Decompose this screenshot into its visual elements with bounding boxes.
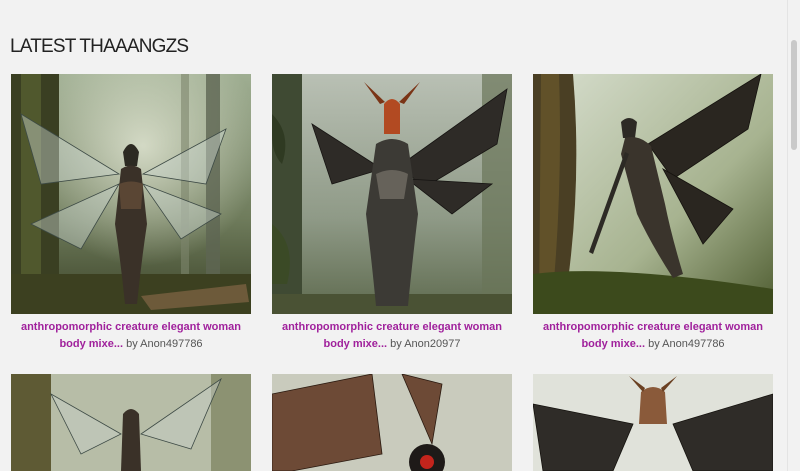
gallery-image[interactable]	[533, 374, 773, 471]
page: LATEST THAAANGZS anthropomorphic creatur…	[0, 0, 800, 471]
author-name: Anon20977	[404, 338, 461, 350]
by-label: by	[126, 338, 138, 350]
gallery-card	[533, 374, 773, 471]
gallery-card: anthropomorphic creature elegant woman b…	[11, 74, 251, 353]
gallery-card: anthropomorphic creature elegant woman b…	[533, 74, 773, 353]
gallery-image[interactable]	[11, 74, 251, 314]
card-caption: anthropomorphic creature elegant woman b…	[533, 319, 773, 353]
card-caption: anthropomorphic creature elegant woman b…	[11, 319, 251, 353]
gallery-card	[11, 374, 251, 471]
author-name: Anon497786	[140, 338, 203, 350]
gallery-image[interactable]	[533, 74, 773, 314]
card-caption: anthropomorphic creature elegant woman b…	[272, 319, 512, 353]
gallery-card	[272, 374, 512, 471]
by-label: by	[648, 338, 660, 350]
gallery-image[interactable]	[11, 374, 251, 471]
by-label: by	[390, 338, 402, 350]
author-name: Anon497786	[662, 338, 725, 350]
gallery-card: anthropomorphic creature elegant woman b…	[272, 74, 512, 353]
section-title: LATEST THAAANGZS	[10, 36, 189, 57]
gallery-image[interactable]	[272, 74, 512, 314]
gallery-image[interactable]	[272, 374, 512, 471]
vertical-scrollbar[interactable]	[787, 0, 800, 471]
scrollbar-thumb[interactable]	[791, 40, 797, 150]
